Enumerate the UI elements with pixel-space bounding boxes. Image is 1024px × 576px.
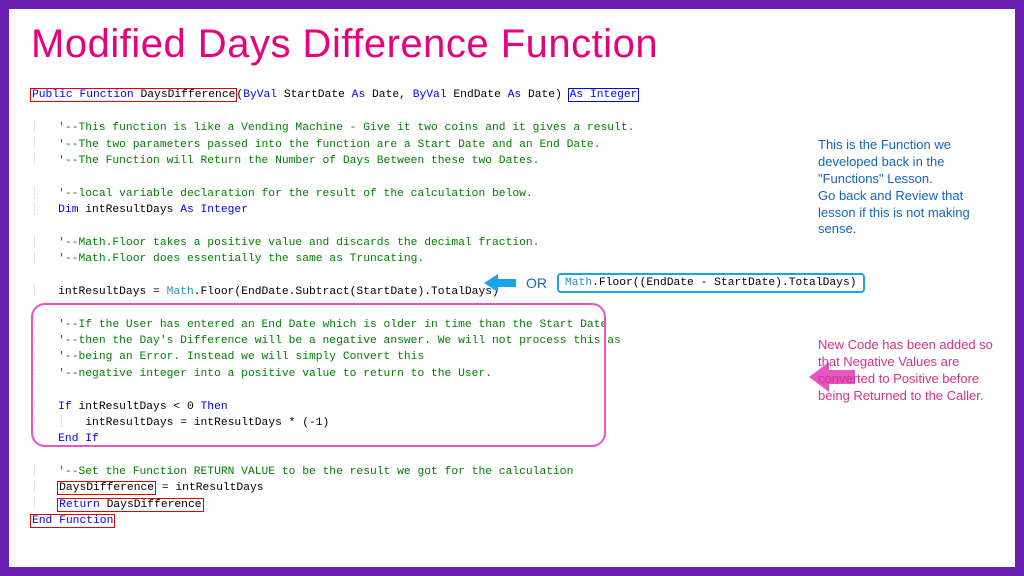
type-date: Date — [365, 89, 399, 101]
return-type: As Integer — [570, 89, 638, 101]
param-startdate: StartDate — [277, 89, 352, 101]
code-comment: '--Math.Floor does essentially the same … — [58, 253, 424, 265]
kw-as: As — [180, 204, 194, 216]
return-target: DaysDifference — [100, 499, 202, 511]
code-comment: '--being an Error. Instead we will simpl… — [58, 351, 424, 363]
annotation-new-code: New Code has been added so that Negative… — [818, 337, 993, 405]
kw-public-function: Public Function — [32, 89, 134, 101]
kw-byval: ByVal — [413, 89, 447, 101]
param-enddate: EndDate — [447, 89, 508, 101]
kw-as: As — [508, 89, 522, 101]
code-comment: '--Set the Function RETURN VALUE to be t… — [58, 466, 573, 478]
or-label: OR — [526, 275, 547, 291]
arrow-left-icon — [484, 275, 516, 291]
assign-target: DaysDifference — [59, 482, 154, 494]
code-comment: '--This function is like a Vending Machi… — [58, 122, 634, 134]
kw-as: As — [352, 89, 366, 101]
if-body: intResultDays = intResultDays * (-1) — [85, 417, 329, 429]
if-condition: intResultDays < 0 — [72, 401, 201, 413]
type-date: Date — [521, 89, 555, 101]
code-comment: '--The Function will Return the Number o… — [58, 155, 539, 167]
annotation-top: This is the Function we developed back i… — [818, 137, 993, 238]
fn-name: DaysDifference — [134, 89, 236, 101]
assign-rest: = intResultDays — [155, 482, 263, 494]
code-comment: '--then the Day's Difference will be a n… — [58, 335, 621, 347]
kw-dim: Dim — [58, 204, 78, 216]
code-comment: '--Math.Floor takes a positive value and… — [58, 237, 539, 249]
kw-end-function: End Function — [32, 515, 113, 527]
comma: , — [399, 89, 413, 101]
type-integer: Integer — [194, 204, 248, 216]
code-comment: '--local variable declaration for the re… — [58, 188, 533, 200]
kw-then: Then — [201, 401, 228, 413]
annotation-new-code-text: New Code has been added so that Negative… — [818, 337, 993, 403]
page-title: Modified Days Difference Function — [31, 23, 993, 65]
code-comment: '--If the User has entered an End Date w… — [58, 319, 607, 331]
var-name: intResultDays — [78, 204, 180, 216]
kw-if: If — [58, 401, 72, 413]
slide-page: Modified Days Difference Function Public… — [9, 9, 1015, 567]
kw-return: Return — [59, 499, 100, 511]
code-comment: '--The two parameters passed into the fu… — [58, 139, 600, 151]
alt-code-box: Math.Floor((EndDate - StartDate).TotalDa… — [557, 273, 865, 293]
calc-line: intResultDays = Math.Floor(EndDate.Subtr… — [58, 286, 499, 298]
annotation-top-text: This is the Function we developed back i… — [818, 137, 970, 236]
kw-byval: ByVal — [243, 89, 277, 101]
alternative-row: OR Math.Floor((EndDate - StartDate).Tota… — [484, 273, 865, 293]
code-comment: '--negative integer into a positive valu… — [58, 368, 492, 380]
kw-endif: End If — [58, 433, 99, 445]
